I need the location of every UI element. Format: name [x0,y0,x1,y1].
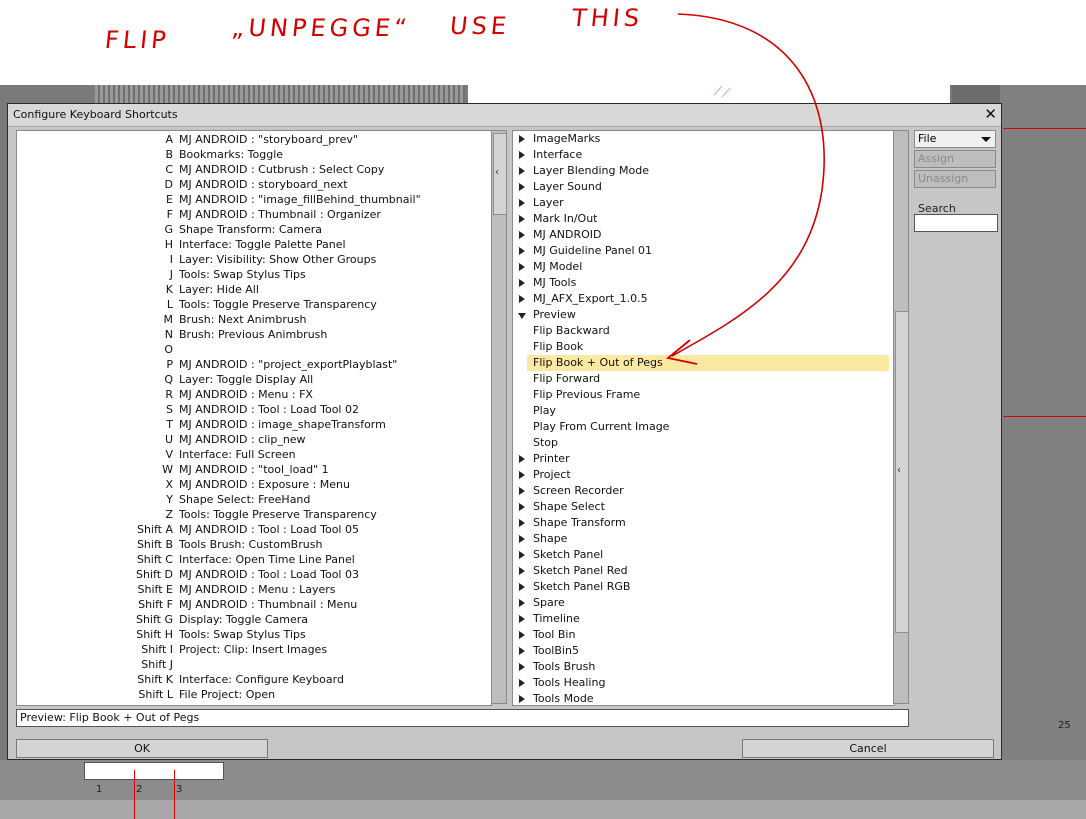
annotation-arrow [665,13,825,365]
